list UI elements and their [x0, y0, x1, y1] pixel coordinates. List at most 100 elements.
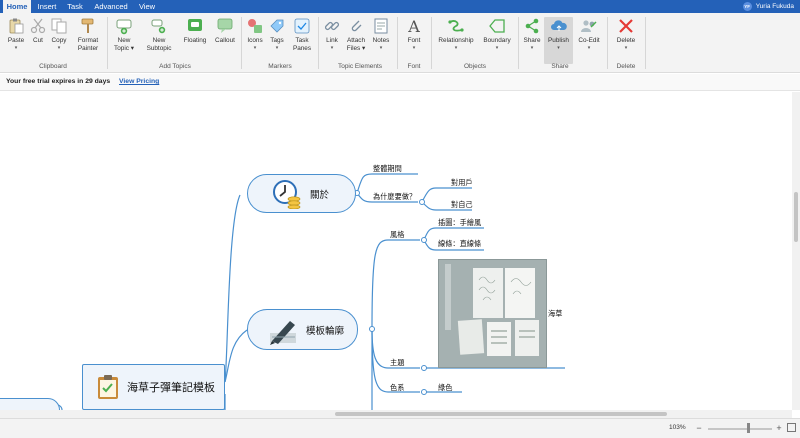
- floating-topic-icon: [188, 19, 202, 31]
- zoom-slider[interactable]: [708, 428, 772, 430]
- subtopic-theme[interactable]: 主題: [390, 358, 404, 368]
- paste-icon: [9, 18, 24, 34]
- subtopic-style-illustration[interactable]: 插圖：手繪風: [438, 218, 481, 228]
- clipboard-check-icon: [98, 375, 118, 399]
- trial-banner: Your free trial expires in 29 days View …: [0, 74, 800, 91]
- topic-node-partial[interactable]: [0, 398, 60, 410]
- vertical-scrollbar[interactable]: [792, 92, 800, 410]
- tab-advanced[interactable]: Advanced: [92, 0, 130, 13]
- group-label-share: Share: [551, 63, 569, 70]
- copy-button[interactable]: Copy ▾: [48, 17, 70, 64]
- zoom-level: 103%: [669, 424, 686, 431]
- tab-view[interactable]: View: [134, 0, 160, 13]
- group-label-clipboard: Clipboard: [39, 63, 67, 70]
- link-button[interactable]: Link ▾: [322, 17, 342, 64]
- zoom-in-button[interactable]: +: [774, 422, 784, 434]
- ribbon-separator: [397, 17, 398, 69]
- floating-topic-button[interactable]: Floating: [179, 17, 211, 64]
- boundary-icon: [489, 19, 505, 33]
- attach-icon: [351, 20, 362, 32]
- new-topic-button[interactable]: New Topic ▾: [111, 17, 137, 64]
- horizontal-scrollbar[interactable]: [0, 410, 792, 418]
- subtopic-style-lines[interactable]: 線條：直線條: [438, 239, 481, 249]
- tab-insert[interactable]: Insert: [34, 0, 60, 13]
- font-button[interactable]: A Font ▾: [402, 17, 426, 64]
- subtopic-theme-value[interactable]: 海草: [548, 309, 562, 319]
- relationship-icon: [448, 20, 464, 32]
- subtopic-color[interactable]: 色系: [390, 383, 404, 393]
- central-topic[interactable]: 海草子彈筆記模板: [82, 364, 225, 410]
- user-name: Yuria Fukuda: [755, 3, 794, 10]
- avatar: YF: [742, 2, 752, 11]
- topic-outline[interactable]: 模板輪廓: [247, 309, 358, 350]
- subtopic-for-self[interactable]: 對自己: [451, 200, 473, 210]
- user-account[interactable]: YF Yuria Fukuda: [742, 0, 794, 13]
- boundary-button[interactable]: Boundary ▾: [480, 17, 514, 64]
- topic-image-poster[interactable]: [438, 259, 547, 368]
- ribbon-separator: [318, 17, 319, 69]
- copy-icon: [51, 18, 67, 34]
- vertical-scroll-thumb[interactable]: [794, 192, 798, 242]
- task-panes-button[interactable]: Task Panes: [291, 17, 313, 64]
- ribbon-separator: [107, 17, 108, 69]
- icons-button[interactable]: Icons ▾: [244, 17, 266, 64]
- trial-message: Your free trial expires in 29 days: [6, 78, 111, 85]
- cut-button[interactable]: Cut: [28, 17, 48, 64]
- ribbon-separator: [241, 17, 242, 69]
- relationship-button[interactable]: Relationship ▾: [436, 17, 476, 64]
- callout-icon: [217, 18, 233, 33]
- link-icon: [324, 21, 340, 31]
- fit-to-window-button[interactable]: [787, 423, 796, 432]
- delete-icon: [619, 19, 633, 33]
- scissors-icon: [30, 18, 46, 34]
- format-painter-button[interactable]: Format Painter: [72, 17, 104, 64]
- publish-cloud-icon: [550, 20, 567, 31]
- topic-about[interactable]: 關於: [247, 174, 356, 213]
- notes-button[interactable]: Notes ▾: [370, 17, 392, 64]
- subtopic-for-users[interactable]: 對用戶: [451, 178, 473, 188]
- group-label-objects: Objects: [463, 63, 487, 70]
- group-label-font: Font: [407, 63, 421, 70]
- topic-connector-dot[interactable]: [421, 237, 427, 243]
- view-pricing-link[interactable]: View Pricing: [119, 78, 159, 85]
- topic-outline-label: 模板輪廓: [306, 325, 345, 337]
- group-label-add-topics: Add Topics: [159, 63, 191, 70]
- ribbon-toolbar: Paste ▾ Cut Copy ▾ Format Painter Clipbo…: [0, 13, 800, 73]
- horizontal-scroll-thumb[interactable]: [335, 412, 667, 416]
- new-subtopic-icon: [151, 19, 166, 34]
- topic-connector-dot[interactable]: [421, 389, 427, 395]
- ribbon-separator: [518, 17, 519, 69]
- new-subtopic-button[interactable]: New Subtopic: [143, 17, 175, 64]
- tags-button[interactable]: Tags ▾: [267, 17, 287, 64]
- poster-thumbnail: [439, 260, 546, 367]
- topic-about-label: 關於: [310, 189, 330, 201]
- tab-task[interactable]: Task: [64, 0, 86, 13]
- subtopic-color-value[interactable]: 綠色: [438, 383, 452, 393]
- svg-text:A: A: [407, 17, 420, 35]
- format-painter-icon: [81, 18, 94, 33]
- subtopic-period[interactable]: 整體期間: [373, 164, 402, 174]
- co-edit-button[interactable]: Co-Edit ▾: [575, 17, 603, 64]
- attach-files-button[interactable]: Attach Files ▾: [344, 17, 368, 64]
- tab-home[interactable]: Home: [3, 0, 31, 13]
- group-label-delete: Delete: [616, 63, 636, 70]
- subtopic-why[interactable]: 為什麼要做？: [373, 192, 416, 202]
- topic-connector-dot[interactable]: [369, 326, 375, 332]
- co-edit-icon: [581, 20, 597, 32]
- pen-paper-icon: [270, 320, 296, 345]
- zoom-slider-thumb[interactable]: [747, 423, 750, 433]
- subtopic-style[interactable]: 風格: [390, 230, 404, 240]
- central-topic-label: 海草子彈筆記模板: [127, 382, 215, 394]
- topic-connector-dot[interactable]: [419, 199, 425, 205]
- callout-button[interactable]: Callout: [212, 17, 238, 64]
- topic-connector-dot[interactable]: [421, 365, 427, 371]
- zoom-out-button[interactable]: −: [694, 422, 704, 434]
- tag-icon: [270, 19, 284, 33]
- share-button[interactable]: Share ▾: [521, 17, 543, 64]
- group-label-markers: Markers: [268, 63, 292, 70]
- delete-button[interactable]: Delete ▾: [612, 17, 640, 64]
- publish-button[interactable]: Publish ▾: [544, 17, 573, 64]
- mindmap-canvas[interactable]: 海草子彈筆記模板 關於 模板輪廓 整體期間 為什麼要做？ 對用戶 對自己 風格 …: [0, 92, 792, 410]
- paste-button[interactable]: Paste ▾: [4, 17, 28, 64]
- ribbon-separator: [607, 17, 608, 69]
